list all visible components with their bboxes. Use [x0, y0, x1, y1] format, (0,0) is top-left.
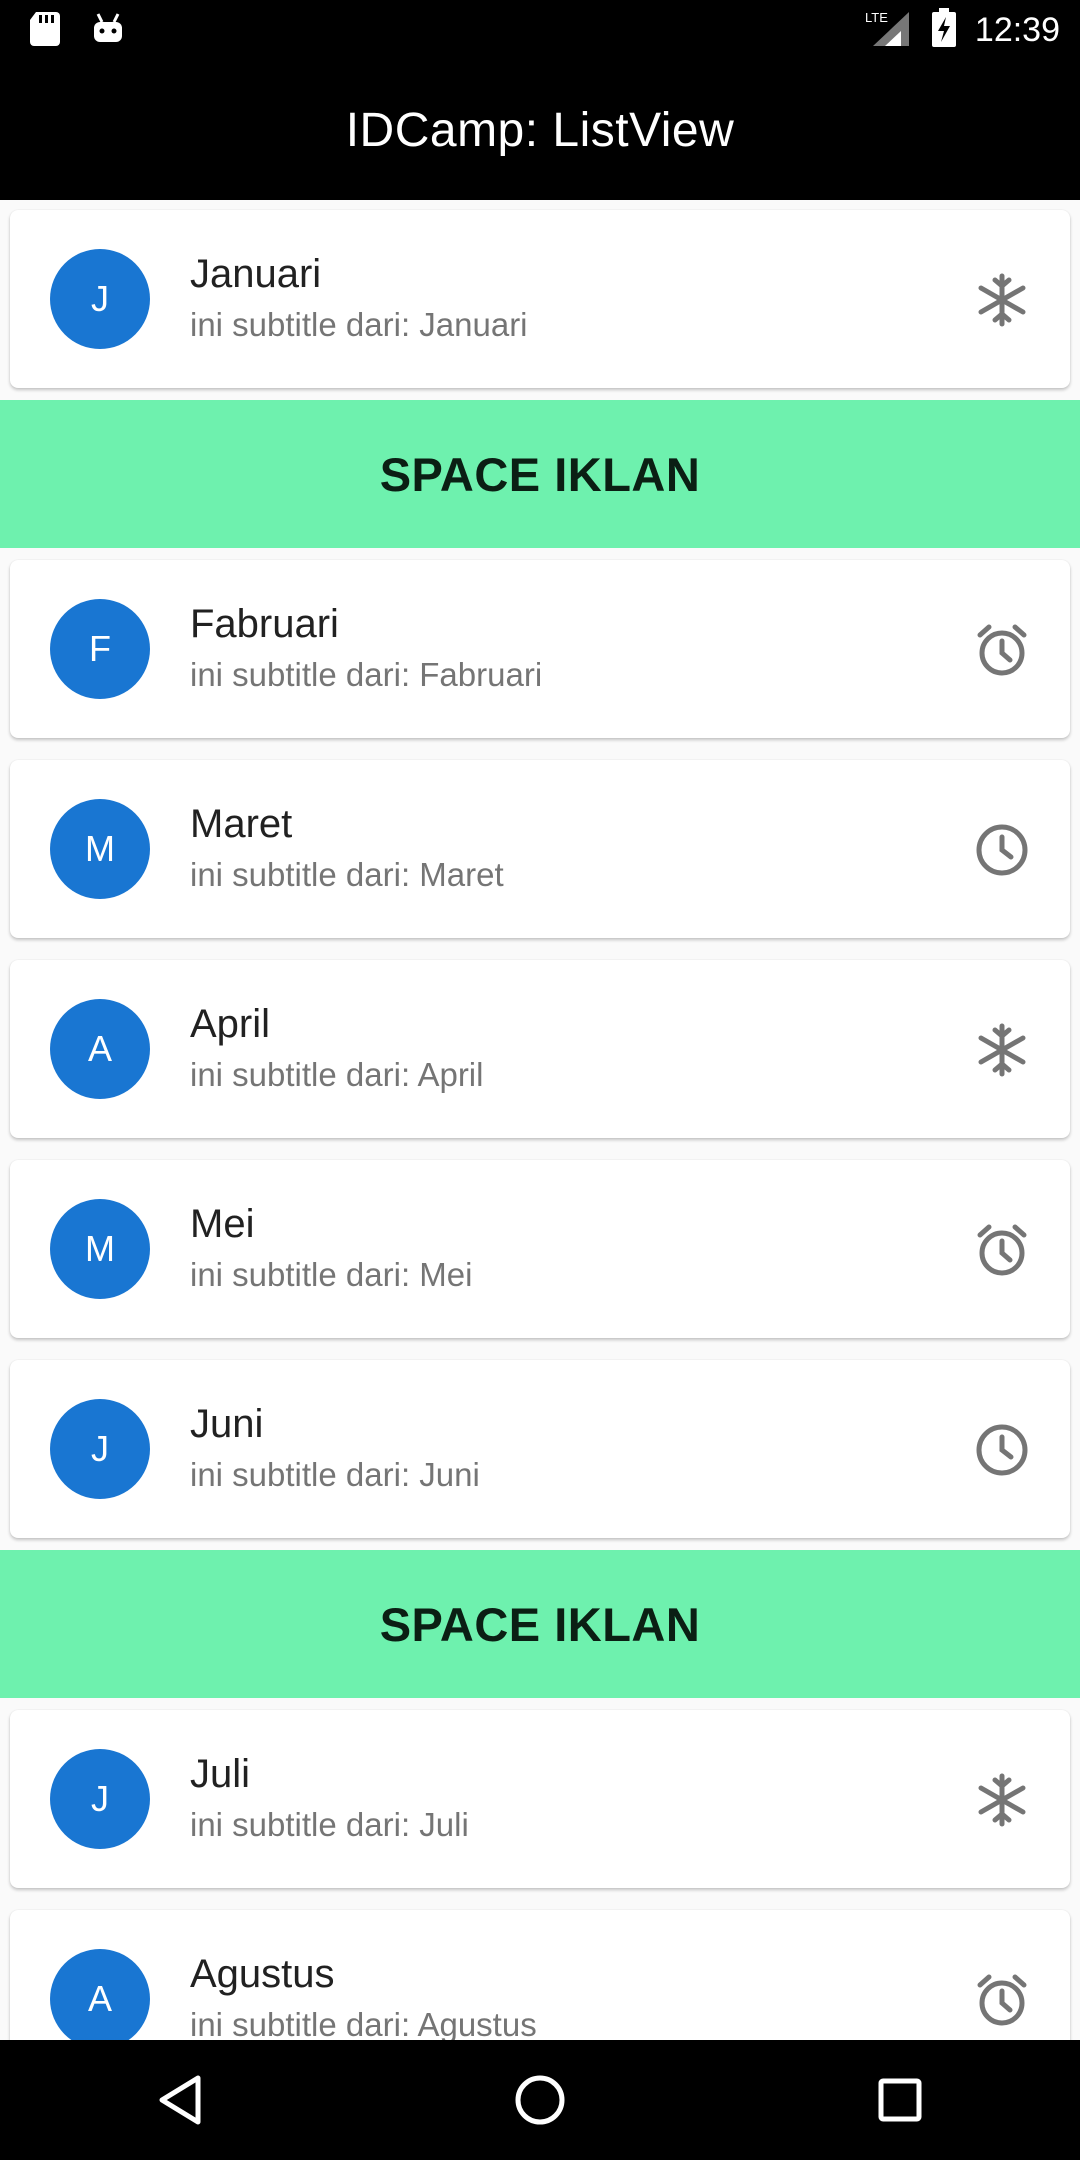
- ad-banner[interactable]: SPACE IKLAN: [0, 1550, 1080, 1698]
- item-title: Agustus: [190, 1952, 335, 1996]
- ad-banner[interactable]: SPACE IKLAN: [0, 400, 1080, 548]
- snowflake-icon: [974, 272, 1030, 328]
- alarm-icon: [974, 1972, 1030, 2028]
- avatar: A: [50, 999, 150, 1099]
- app-bar: IDCamp: ListView: [0, 60, 1080, 200]
- avatar: J: [50, 1399, 150, 1499]
- list-item[interactable]: A April ini subtitle dari: April: [10, 960, 1070, 1138]
- item-subtitle: ini subtitle dari: Agustus: [190, 2006, 537, 2040]
- avatar: M: [50, 1199, 150, 1299]
- avatar: A: [50, 1949, 150, 2040]
- avatar: J: [50, 249, 150, 349]
- item-title: Januari: [190, 252, 322, 296]
- alarm-icon: [974, 1222, 1030, 1278]
- network-type: LTE: [865, 10, 888, 25]
- item-subtitle: ini subtitle dari: April: [190, 1056, 484, 1093]
- avatar: J: [50, 1749, 150, 1849]
- navigation-bar: [0, 2040, 1080, 2160]
- item-subtitle: ini subtitle dari: Mei: [190, 1256, 473, 1293]
- item-title: Mei: [190, 1202, 255, 1246]
- list-item[interactable]: J Juli ini subtitle dari: Juli: [10, 1710, 1070, 1888]
- android-icon: [90, 10, 126, 51]
- item-subtitle: ini subtitle dari: Januari: [190, 306, 528, 343]
- signal-icon: LTE: [865, 8, 913, 53]
- avatar: M: [50, 799, 150, 899]
- sd-card-icon: [28, 10, 62, 51]
- item-title: Maret: [190, 802, 293, 846]
- clock-icon: [974, 1422, 1030, 1478]
- battery-charging-icon: [931, 8, 957, 53]
- item-subtitle: ini subtitle dari: Maret: [190, 856, 504, 893]
- home-icon[interactable]: [500, 2060, 580, 2140]
- status-bar: LTE 12:39: [0, 0, 1080, 60]
- item-title: Juli: [190, 1752, 251, 1796]
- item-title: Juni: [190, 1402, 264, 1446]
- ad-label: SPACE IKLAN: [379, 1597, 701, 1651]
- item-subtitle: ini subtitle dari: Fabruari: [190, 656, 543, 693]
- ad-label: SPACE IKLAN: [379, 447, 701, 501]
- item-title: Fabruari: [190, 602, 339, 646]
- recents-icon[interactable]: [860, 2060, 940, 2140]
- list-item[interactable]: A Agustus ini subtitle dari: Agustus: [10, 1910, 1070, 2040]
- avatar: F: [50, 599, 150, 699]
- list-item[interactable]: F Fabruari ini subtitle dari: Fabruari: [10, 560, 1070, 738]
- item-subtitle: ini subtitle dari: Juli: [190, 1806, 469, 1843]
- list-item[interactable]: M Mei ini subtitle dari: Mei: [10, 1160, 1070, 1338]
- list-view[interactable]: J Januari ini subtitle dari: Januari SPA…: [0, 200, 1080, 2040]
- item-title: April: [190, 1002, 271, 1046]
- app-title: IDCamp: ListView: [345, 103, 735, 157]
- snowflake-icon: [974, 1022, 1030, 1078]
- clock-time: 12:39: [974, 11, 1060, 49]
- alarm-icon: [974, 622, 1030, 678]
- snowflake-icon: [974, 1772, 1030, 1828]
- back-icon[interactable]: [140, 2060, 220, 2140]
- list-item[interactable]: J Januari ini subtitle dari: Januari: [10, 210, 1070, 388]
- list-item[interactable]: J Juni ini subtitle dari: Juni: [10, 1360, 1070, 1538]
- clock-icon: [974, 822, 1030, 878]
- list-item[interactable]: M Maret ini subtitle dari: Maret: [10, 760, 1070, 938]
- item-subtitle: ini subtitle dari: Juni: [190, 1456, 480, 1493]
